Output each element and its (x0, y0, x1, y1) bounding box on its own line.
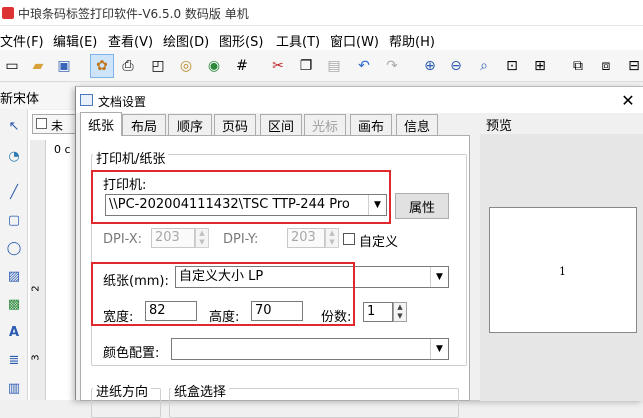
menu-file[interactable]: 文件(F) (0, 31, 44, 50)
picture-icon[interactable]: ▩ (4, 294, 24, 314)
tab-cursor[interactable]: 光标 (304, 114, 346, 136)
rectangle-icon[interactable]: ▢ (4, 210, 24, 230)
tab-paper[interactable]: 纸张 (80, 112, 122, 136)
group-title: 打印机/纸张 (93, 148, 169, 167)
menu-help[interactable]: 帮助(H) (389, 31, 435, 50)
copies-stepper[interactable]: ▲ ▼ (393, 302, 407, 322)
paper-highlight-box (91, 262, 355, 326)
barcode-icon[interactable]: ▥ (4, 378, 24, 398)
database-icon[interactable]: ◎ (174, 54, 198, 78)
text-icon[interactable]: A (4, 322, 24, 342)
title-bar: 中琅条码标签打印软件-V6.5.0 数码版 单机 (0, 0, 643, 26)
dpi-y-field[interactable]: 203 (287, 228, 325, 248)
menu-bar: 文件(F) 编辑(E) 查看(V) 绘图(D) 图形(S) 工具(T) 窗口(W… (0, 26, 643, 50)
pointer-icon[interactable]: ↖ (4, 116, 24, 136)
zoom-in-icon[interactable]: ⊕ (418, 54, 442, 78)
settings-icon[interactable]: ✿ (90, 54, 114, 78)
dialog-title: 文档设置 (98, 95, 147, 109)
cut-icon[interactable]: ✂ (266, 54, 290, 78)
save-icon[interactable]: ▣ (52, 54, 76, 78)
tab-order[interactable]: 顺序 (168, 114, 212, 136)
menu-tools[interactable]: 工具(T) (276, 31, 320, 50)
menu-draw[interactable]: 绘图(D) (163, 31, 209, 50)
align-icon[interactable]: ⊟ (622, 54, 643, 78)
app-icon (2, 7, 14, 19)
ruler-label: 0 c (54, 143, 71, 156)
feed-direction-label: 进纸方向 (93, 381, 152, 400)
window-title: 中琅条码标签打印软件-V6.5.0 数码版 单机 (18, 7, 249, 21)
data-source-icon[interactable]: ◉ (202, 54, 226, 78)
fit-page-icon[interactable]: ⊡ (500, 54, 524, 78)
menu-window[interactable]: 窗口(W) (330, 31, 379, 50)
zoom-icon[interactable]: ⌕ (472, 54, 496, 78)
tool-strip: ↖ ◔ ╱ ▢ ◯ ▨ ▩ A ≣ ▥ (0, 110, 28, 400)
chevron-down-icon[interactable]: ▼ (430, 339, 448, 359)
close-icon[interactable]: ✕ (617, 89, 639, 111)
zoom-out-icon[interactable]: ⊖ (444, 54, 468, 78)
document-tab[interactable]: 未 (32, 114, 78, 134)
printer-highlight-box (91, 170, 391, 224)
chevron-down-icon[interactable]: ▼ (430, 267, 448, 287)
tab-range[interactable]: 区间 (260, 114, 302, 136)
print-preview-icon[interactable]: ◰ (146, 54, 170, 78)
ruler-mark: 3 (30, 354, 42, 361)
tab-canvas[interactable]: 画布 (350, 114, 392, 136)
dpi-y-stepper[interactable]: ▲ ▼ (325, 228, 339, 248)
paste-icon[interactable]: ▤ (322, 54, 346, 78)
preview-label: 预览 (486, 119, 513, 134)
font-toolbar: 新宋体 (0, 83, 80, 109)
line-icon[interactable]: ╱ (4, 182, 24, 202)
document-icon (36, 118, 47, 129)
print-icon[interactable]: ⎙ (116, 54, 140, 78)
preview-page-number: 1 (559, 265, 566, 278)
properties-button[interactable]: 属性 (395, 193, 449, 219)
undo-icon[interactable]: ↶ (352, 54, 376, 78)
tray-label: 纸盒选择 (171, 381, 230, 400)
ruler-mark: 2 (30, 285, 42, 292)
full-view-icon[interactable]: ⊞ (528, 54, 552, 78)
ellipse-icon[interactable]: ◯ (4, 238, 24, 258)
tab-panel: 打印机/纸张 打印机: \\PC-202004111432\TSC TTP-24… (80, 135, 470, 418)
redo-icon[interactable]: ↷ (380, 54, 404, 78)
image-icon[interactable]: ▨ (4, 266, 24, 286)
dpi-x-label: DPI-X: (103, 232, 143, 247)
menu-view[interactable]: 查看(V) (108, 31, 153, 50)
dpi-x-field[interactable]: 203 (151, 228, 195, 248)
copy-icon[interactable]: ❐ (294, 54, 318, 78)
document-tab-label: 未 (51, 119, 64, 133)
vertical-ruler: 2 3 (30, 140, 46, 400)
ungroup-icon[interactable]: ⧈ (594, 54, 618, 78)
rotate-icon[interactable]: ◔ (4, 146, 24, 166)
tab-layout[interactable]: 布局 (122, 114, 166, 136)
custom-label: 自定义 (359, 235, 399, 250)
color-select[interactable]: ▼ (171, 338, 449, 360)
dpi-y-label: DPI-Y: (223, 232, 259, 247)
font-name[interactable]: 新宋体 (0, 88, 39, 107)
menu-edit[interactable]: 编辑(E) (53, 31, 97, 50)
custom-checkbox[interactable] (343, 233, 355, 245)
tab-page-number[interactable]: 页码 (214, 114, 256, 136)
dpi-x-stepper[interactable]: ▲ ▼ (195, 228, 209, 248)
toolbar: ▭ ▰ ▣ ✿ ⎙ ◰ ◎ ◉ # ✂ ❐ ▤ ↶ ↷ ⊕ ⊖ ⌕ ⊡ ⊞ ⧉ … (0, 50, 643, 82)
dialog-icon (80, 94, 93, 106)
group-icon[interactable]: ⧉ (566, 54, 590, 78)
menu-shape[interactable]: 图形(S) (219, 31, 263, 50)
new-icon[interactable]: ▭ (0, 54, 24, 78)
open-icon[interactable]: ▰ (26, 54, 50, 78)
color-label: 颜色配置: (103, 346, 160, 361)
document-settings-dialog: 文档设置 ✕ 纸张 布局 顺序 页码 区间 光标 画布 信息 打印机/纸张 打印… (75, 86, 643, 418)
grid-icon[interactable]: # (230, 54, 254, 78)
rich-text-icon[interactable]: ≣ (4, 350, 24, 370)
dialog-title-bar: 文档设置 ✕ (76, 87, 643, 113)
tab-info[interactable]: 信息 (396, 114, 438, 136)
copies-field[interactable]: 1 (363, 302, 393, 322)
